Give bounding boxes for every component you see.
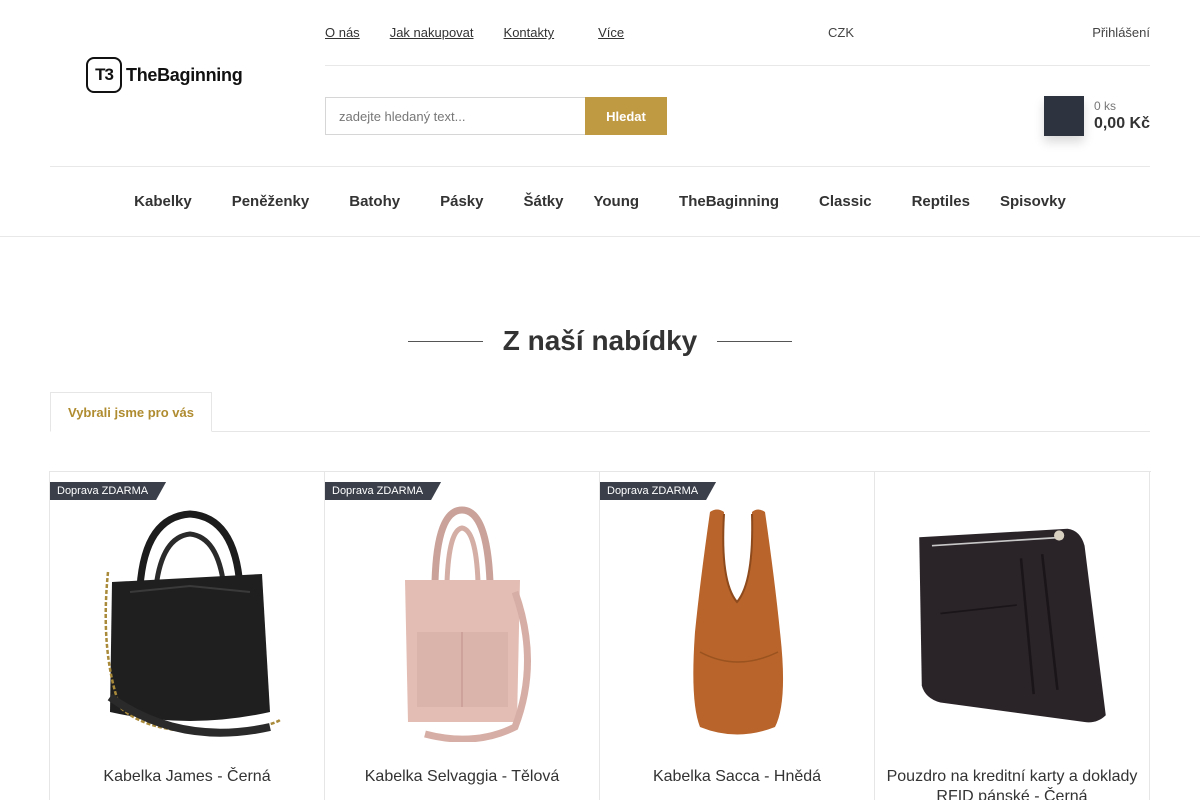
nav-item-penezenky[interactable]: Peněženky: [217, 193, 335, 210]
nav-item-young[interactable]: Young: [579, 193, 665, 210]
product-name[interactable]: Pouzdro na kreditní karty a doklady RFID…: [885, 767, 1139, 800]
nav-item-reptiles[interactable]: Reptiles: [897, 193, 985, 210]
product-tabs: Vybrali jsme pro vás: [50, 392, 1150, 432]
nav-item-label: Reptiles: [911, 193, 970, 210]
nav-item-label: Šátky: [523, 193, 564, 210]
login-link[interactable]: Přihlášení: [1086, 25, 1150, 40]
product-name[interactable]: Kabelka James - Černá: [60, 767, 314, 787]
nav-item-label: Young: [593, 193, 640, 210]
search-input[interactable]: [325, 97, 585, 135]
currency-value: CZK: [828, 25, 854, 40]
product-card[interactable]: Doprava ZDARMA Kabelka Selvaggia - Tělov…: [325, 472, 600, 800]
nav-link-more[interactable]: Více: [598, 25, 624, 40]
nav-item-thebaginning[interactable]: TheBaginning: [664, 193, 804, 210]
logo-text: TheBaginning: [126, 64, 243, 85]
product-name[interactable]: Kabelka Selvaggia - Tělová: [335, 767, 589, 787]
product-image-black-card-holder[interactable]: [915, 502, 1110, 742]
nav-link-contacts[interactable]: Kontakty: [504, 25, 555, 40]
top-nav: O nás Jak nakupovat Kontakty Více: [325, 25, 654, 40]
nav-item-label: Peněženky: [231, 193, 310, 210]
cart-icon[interactable]: [1043, 96, 1084, 136]
logo-mark-icon: T3: [86, 57, 122, 93]
cart-price: 0,00 Kč: [1093, 115, 1150, 132]
cart[interactable]: 0 ks 0,00 Kč: [1043, 96, 1150, 136]
cart-count: 0 ks: [1093, 99, 1116, 113]
section-title: Z naší nabídky: [502, 325, 698, 356]
heading-line: [407, 340, 483, 342]
login-label: Přihlášení: [1092, 25, 1150, 40]
product-card[interactable]: Doprava ZDARMA Kabelka Sacca - Hnědá: [600, 472, 875, 800]
nav-item-label: Pásky: [440, 193, 484, 210]
cart-summary: 0 ks 0,00 Kč: [1094, 99, 1150, 133]
divider: [0, 236, 1200, 237]
logo[interactable]: T3 TheBaginning: [86, 57, 243, 93]
nav-item-classic[interactable]: Classic: [804, 193, 897, 210]
main-nav: Kabelky Peněženky Batohy Pásky Šátky You…: [0, 167, 1200, 236]
divider: [325, 65, 1150, 66]
search-form: Hledat: [325, 97, 667, 135]
nav-item-satky[interactable]: Šátky: [508, 193, 578, 210]
product-card[interactable]: Pouzdro na kreditní karty a doklady RFID…: [875, 472, 1150, 800]
product-card[interactable]: Doprava ZDARMA Kabelka James - Černá: [50, 472, 325, 800]
nav-link-how-to-buy[interactable]: Jak nakupovat: [390, 25, 474, 40]
heading-line: [717, 340, 793, 342]
product-name[interactable]: Kabelka Sacca - Hnědá: [610, 767, 864, 787]
product-image-pink-handbag[interactable]: [365, 502, 560, 742]
nav-item-label: Batohy: [349, 193, 401, 210]
free-shipping-badge: Doprava ZDARMA: [600, 482, 716, 500]
free-shipping-badge: Doprava ZDARMA: [50, 482, 166, 500]
nav-more[interactable]: Více: [592, 25, 654, 40]
product-image-brown-hobo-bag[interactable]: [640, 502, 835, 742]
nav-item-label: Spisovky: [999, 193, 1066, 210]
nav-link-about[interactable]: O nás: [325, 25, 360, 40]
nav-item-label: Kabelky: [134, 193, 192, 210]
nav-item-batohy[interactable]: Batohy: [334, 193, 425, 210]
nav-item-label: TheBaginning: [679, 193, 780, 210]
tab-selected-for-you[interactable]: Vybrali jsme pro vás: [50, 392, 212, 432]
nav-item-pasky[interactable]: Pásky: [425, 193, 508, 210]
product-grid: Doprava ZDARMA Kabelka James - Černá Dop…: [49, 471, 1151, 800]
currency-selector[interactable]: CZK: [820, 25, 856, 40]
search-button[interactable]: Hledat: [585, 97, 667, 135]
nav-item-kabelky[interactable]: Kabelky: [119, 193, 217, 210]
nav-item-spisovky[interactable]: Spisovky: [985, 193, 1081, 210]
nav-item-label: Classic: [819, 193, 872, 210]
section-heading: Z naší nabídky: [0, 325, 1200, 357]
free-shipping-badge: Doprava ZDARMA: [325, 482, 441, 500]
product-image-black-handbag[interactable]: [90, 502, 285, 742]
